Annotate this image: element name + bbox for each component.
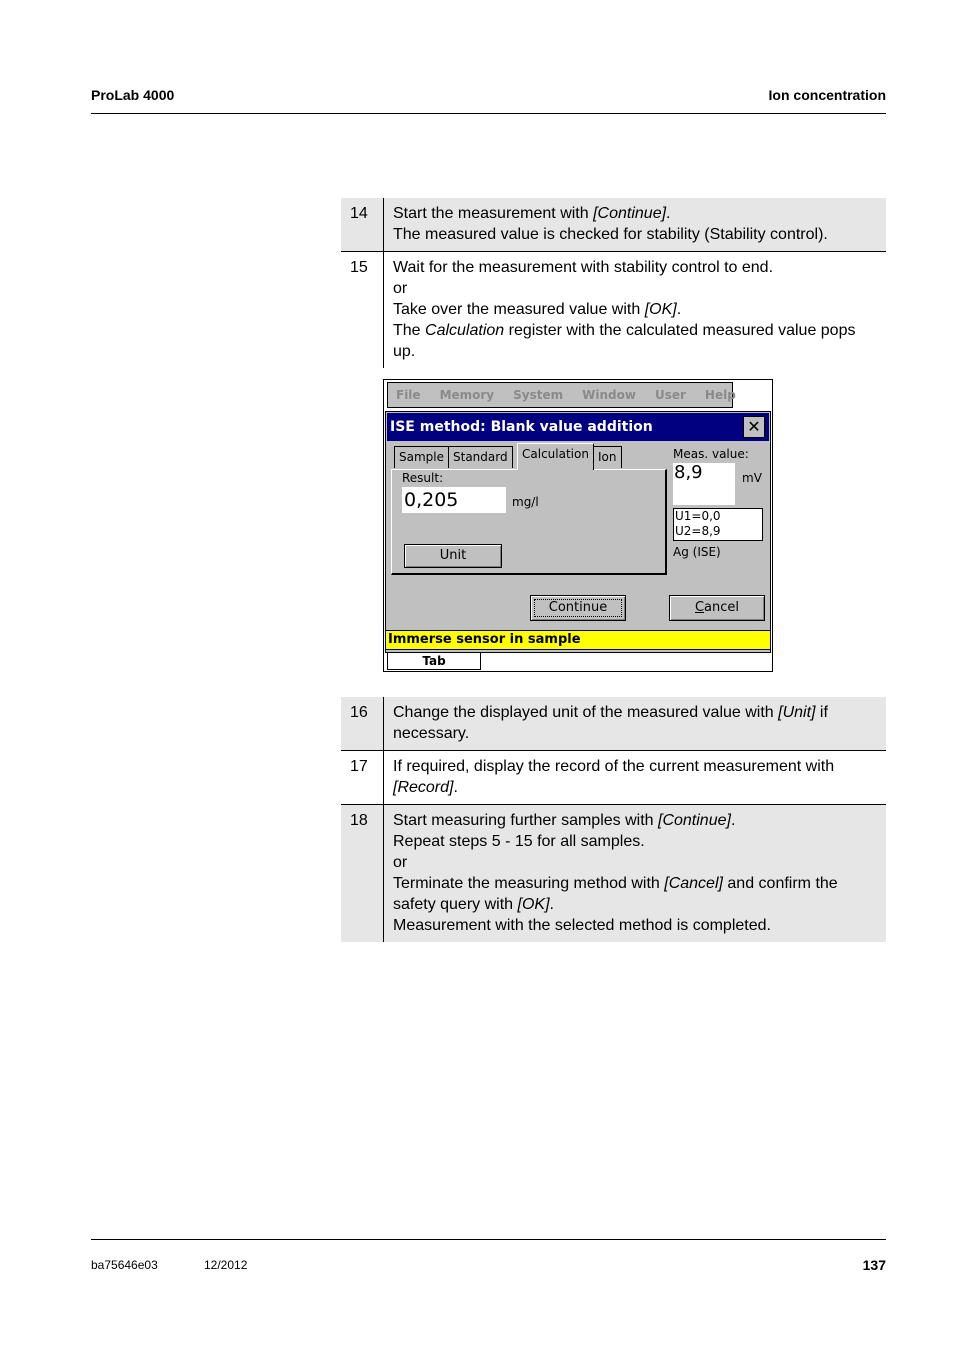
voltage-readings: U1=0,0 U2=8,9 [673,508,763,541]
tab-sample[interactable]: Sample [394,446,449,468]
step-line: Terminate the measuring method with [Can… [393,873,878,915]
footer-rule [91,1239,886,1240]
step-text-segment: Take over the measured value with [393,301,645,318]
steps-table-bottom: 16 Change the displayed unit of the measu… [341,697,886,942]
tab-softkey[interactable]: Tab [387,652,481,670]
step-line: Start measuring further samples with [Co… [393,810,878,831]
step-text-segment: Wait for the measurement with stability … [393,259,774,276]
calculation-panel: Result: 0,205 mg/l Unit [391,469,667,575]
result-label: Result: [402,471,444,485]
step-text-segment: If required, display the record of the c… [393,758,835,775]
sensor-label: Ag (ISE) [673,545,721,559]
continue-button[interactable]: Continue [530,595,626,621]
step-text-segment: Terminate the measuring method with [393,875,665,892]
header-rule [91,113,886,114]
step-row: 17 If required, display the record of the… [341,750,886,804]
step-text-segment: . [549,896,554,913]
tab-calculation[interactable]: Calculation [517,443,594,470]
step-line: or [393,278,878,299]
menu-file[interactable]: File [396,388,421,402]
menu-memory[interactable]: Memory [440,388,495,402]
step-command-ref: [Record] [393,779,454,796]
device-screenshot: File Memory System Window User Help ISE … [383,379,773,672]
result-unit: mg/l [512,495,539,509]
step-line: Measurement with the selected method is … [393,915,878,936]
step-text: Start the measurement with [Continue]. Th… [384,198,886,251]
steps-table-top: 14 Start the measurement with [Continue].… [341,198,886,368]
u1-reading: U1=0,0 [675,509,721,523]
step-command-ref: [OK] [644,301,677,318]
step-text: Start measuring further samples with [Co… [384,805,886,942]
menu-window[interactable]: Window [582,388,636,402]
unit-button[interactable]: Unit [404,544,502,568]
step-command-ref: Calculation [425,322,505,339]
step-line: Change the displayed unit of the measure… [393,702,878,744]
step-line: Repeat steps 5 - 15 for all samples. [393,831,878,852]
step-text-segment: . [676,301,682,318]
step-text: Wait for the measurement with stability … [384,252,886,368]
step-text-segment: Measurement with the selected method is … [393,917,771,934]
menu-bar: File Memory System Window User Help [387,382,736,408]
u2-reading: U2=8,9 [675,524,721,538]
step-text: Change the displayed unit of the measure… [384,697,886,750]
page-header-left: ProLab 4000 [91,87,175,103]
footer-doc-id: ba75646e03 [91,1258,158,1272]
step-text: If required, display the record of the c… [384,751,886,804]
dialog-title: ISE method: Blank value addition [390,419,653,435]
step-number: 15 [341,252,384,368]
step-text-segment: Repeat steps 5 - 15 for all samples. [393,833,645,850]
step-command-ref: [Unit] [778,704,816,721]
step-number: 17 [341,751,384,804]
step-line: or [393,852,878,873]
step-text-segment: Change the displayed unit of the measure… [393,704,779,721]
page-header-right: Ion concentration [768,87,886,103]
step-text-segment: The [393,322,426,339]
step-command-ref: [Cancel] [664,875,723,892]
meas-value: 8,9 [673,463,735,505]
step-line: Take over the measured value with [OK]. [393,299,878,320]
step-command-ref: [OK] [517,896,550,913]
close-icon[interactable]: ✕ [743,416,765,438]
step-command-ref: [Continue] [593,205,667,222]
cancel-mnemonic: C [694,600,705,615]
page-number: 137 [862,1257,886,1273]
dialog-title-bar: ISE method: Blank value addition ✕ [387,413,769,441]
menu-system[interactable]: System [513,388,563,402]
step-row: 16 Change the displayed unit of the measu… [341,697,886,750]
method-dialog: ISE method: Blank value addition ✕ Sampl… [385,411,771,653]
step-number: 18 [341,805,384,942]
cancel-label: ancel [704,600,740,615]
step-command-ref: [Continue] [658,812,731,829]
step-text-segment: . [730,812,736,829]
step-number: 14 [341,198,384,251]
step-line: The Calculation register with the calcul… [393,320,878,362]
tab-ion[interactable]: Ion [593,446,622,468]
cancel-button[interactable]: Cancel [669,595,765,621]
menu-user[interactable]: User [655,388,686,402]
meas-unit: mV [742,471,762,485]
step-row: 15 Wait for the measurement with stabilit… [341,251,886,368]
step-text-segment: Start the measurement with [393,205,594,222]
step-line: Start the measurement with [Continue]. [393,203,878,224]
step-text-segment: . [453,779,458,796]
step-line: If required, display the record of the c… [393,756,878,798]
step-line: Wait for the measurement with stability … [393,257,878,278]
step-text-segment: Start measuring further samples with [393,812,658,829]
footer-date: 12/2012 [204,1258,248,1272]
step-row: 14 Start the measurement with [Continue].… [341,198,886,251]
step-row: 18 Start measuring further samples with [… [341,804,886,942]
step-text-segment: The measured value is checked for stabil… [393,226,828,243]
step-text-segment: or [393,280,408,297]
menu-help[interactable]: Help [705,388,736,402]
meas-value-label: Meas. value: [673,447,749,461]
step-line: The measured value is checked for stabil… [393,224,878,245]
step-text-segment: . [666,205,671,222]
step-text-segment: or [393,854,408,871]
status-bar: Immerse sensor in sample [385,630,771,650]
result-value: 0,205 [402,487,506,513]
tab-standard[interactable]: Standard [448,446,513,468]
step-number: 16 [341,697,384,750]
